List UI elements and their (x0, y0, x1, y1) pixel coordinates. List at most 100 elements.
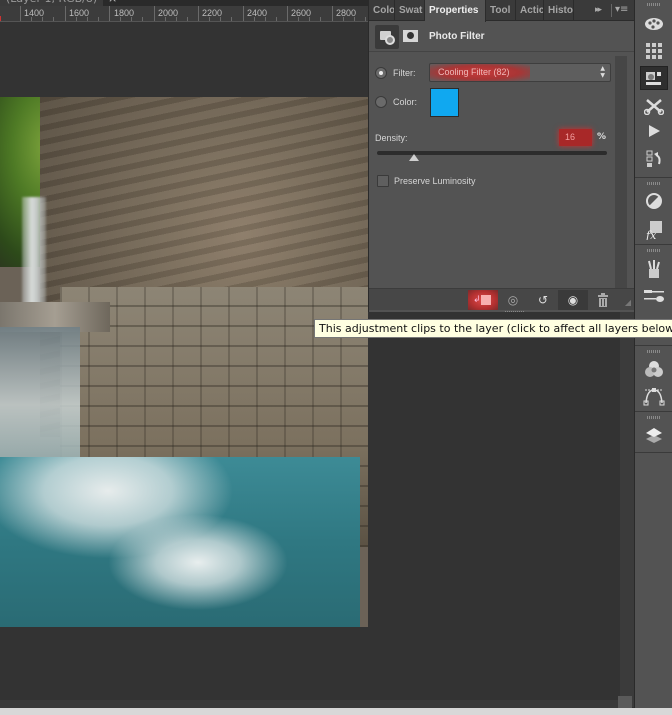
reset-button[interactable]: ↺ (528, 290, 558, 310)
horizontal-scrollbar[interactable] (0, 700, 620, 708)
ruler-tick-minor (120, 17, 122, 21)
ruler-label: 2600 (291, 8, 312, 18)
ruler-tick-minor (253, 17, 255, 21)
ruler-tick (242, 6, 244, 21)
dock-group (635, 0, 672, 178)
dock-grip[interactable] (647, 3, 661, 6)
eye-icon: ◉ (567, 293, 579, 307)
tab-swatches[interactable]: Swat (395, 0, 425, 21)
photoshop-window: (Layer 1, RGB/8) × 1400 1600 1800 2000 2… (0, 0, 672, 715)
ruler-tick-minor (364, 17, 366, 21)
ruler-tick-minor (353, 17, 355, 21)
brush-presets-icon[interactable] (640, 284, 668, 308)
adjustment-layer-icon[interactable] (375, 25, 399, 49)
ruler-tick (153, 6, 155, 21)
dock-grip[interactable] (647, 182, 661, 185)
image-spray (0, 327, 80, 457)
image-water (0, 457, 360, 627)
dropdown-arrows-icon: ▲ ▼ (600, 65, 605, 79)
resize-grip-icon[interactable]: ◢ (625, 298, 631, 307)
ruler-tick-minor (209, 17, 211, 21)
panel-menu-icon[interactable]: ▾≡ (615, 4, 628, 15)
adjustments-icon[interactable] (640, 189, 668, 213)
ruler-tick-minor (309, 17, 311, 21)
view-previous-state-button[interactable]: ◎ (498, 290, 528, 310)
collapse-icon[interactable]: ▸▸ (595, 5, 602, 15)
ruler-tick-minor (142, 17, 144, 21)
svg-text:fx: fx (645, 229, 657, 240)
vertical-scrollbar[interactable] (620, 312, 634, 707)
color-palette-icon[interactable] (640, 12, 668, 36)
ruler-tick-minor (97, 17, 99, 21)
ruler-tick-minor (264, 17, 266, 21)
ruler-tick-minor (342, 17, 344, 21)
filter-radio[interactable] (375, 67, 387, 79)
actions-play-icon[interactable] (640, 120, 668, 144)
image-waterfall (22, 197, 46, 312)
layers-icon[interactable] (640, 423, 668, 447)
reset-icon: ↺ (537, 293, 549, 307)
ruler-tick-minor (31, 17, 33, 21)
dock-grip[interactable] (647, 416, 661, 419)
density-unit: % (597, 132, 607, 142)
properties-icon[interactable] (640, 66, 668, 90)
ruler-tick-minor (86, 17, 88, 21)
document-image[interactable] (0, 97, 378, 627)
ruler-tick-minor (53, 17, 55, 21)
swatches-grid-icon[interactable] (640, 40, 668, 64)
dock-group (635, 413, 672, 453)
clip-to-layer-button[interactable]: ↲ (468, 290, 498, 310)
toggle-visibility-button[interactable]: ◉ (558, 290, 588, 310)
preserve-luminosity-checkbox[interactable] (377, 175, 389, 187)
panel-tab-bar: Colo Swat Properties Tool Actic Histo ▸▸… (369, 0, 635, 22)
color-swatch[interactable] (430, 88, 459, 117)
ruler-tick (64, 6, 66, 21)
tooltip: This adjustment clips to the layer (clic… (314, 319, 672, 338)
dock-group (635, 347, 672, 412)
panel-footer: ↲ ◎ ↺ ◉ ◢ (369, 288, 635, 310)
ruler-tick-minor (298, 17, 300, 21)
filter-dropdown[interactable]: Cooling Filter (82) ▲ ▼ (429, 63, 611, 82)
scrollbar-corner[interactable] (618, 696, 632, 708)
color-radio[interactable] (375, 96, 387, 108)
properties-panel: Colo Swat Properties Tool Actic Histo ▸▸… (368, 0, 635, 314)
ruler-tick (109, 6, 110, 21)
styles-fx-icon[interactable]: fx (640, 217, 668, 242)
clip-square-icon (481, 295, 491, 305)
channels-icon[interactable] (640, 357, 668, 381)
ruler-tick (287, 6, 288, 21)
tab-color[interactable]: Colo (369, 0, 395, 21)
layer-mask-icon[interactable] (403, 30, 418, 42)
tab-actions[interactable]: Actic (516, 0, 544, 21)
clip-arrow-icon: ↲ (473, 295, 481, 305)
tool-presets-icon[interactable] (640, 94, 668, 118)
ruler-tick-minor (320, 17, 322, 21)
close-icon[interactable]: × (108, 0, 117, 5)
tab-separator (611, 4, 612, 17)
density-label: Density: (375, 133, 408, 143)
tab-history[interactable]: Histo (544, 0, 574, 21)
ruler-tick-minor (231, 17, 233, 21)
ruler-tick-minor (131, 17, 133, 21)
status-strip (0, 708, 672, 715)
tab-properties[interactable]: Properties (425, 0, 486, 22)
paths-icon[interactable] (640, 383, 668, 407)
dock-grip[interactable] (647, 350, 661, 353)
dock-grip[interactable] (647, 249, 661, 252)
history-icon[interactable] (640, 146, 668, 170)
ruler-label: 2200 (202, 8, 223, 18)
density-slider-thumb[interactable] (408, 154, 419, 161)
panel-title: Photo Filter (429, 31, 485, 42)
panel-scrollbar[interactable] (615, 56, 627, 288)
ruler-tick-minor (220, 17, 222, 21)
delete-button[interactable] (588, 290, 618, 310)
color-label: Color: (393, 97, 418, 107)
ruler-tick (331, 6, 333, 21)
density-input[interactable]: 16 (559, 129, 592, 146)
ruler-label: 1400 (24, 8, 45, 18)
ruler-tick-minor (186, 17, 188, 21)
canvas-area[interactable] (0, 22, 378, 707)
brushes-icon[interactable] (640, 256, 668, 280)
panel-header: Photo Filter (369, 22, 635, 52)
tab-tool-presets[interactable]: Tool (486, 0, 516, 21)
